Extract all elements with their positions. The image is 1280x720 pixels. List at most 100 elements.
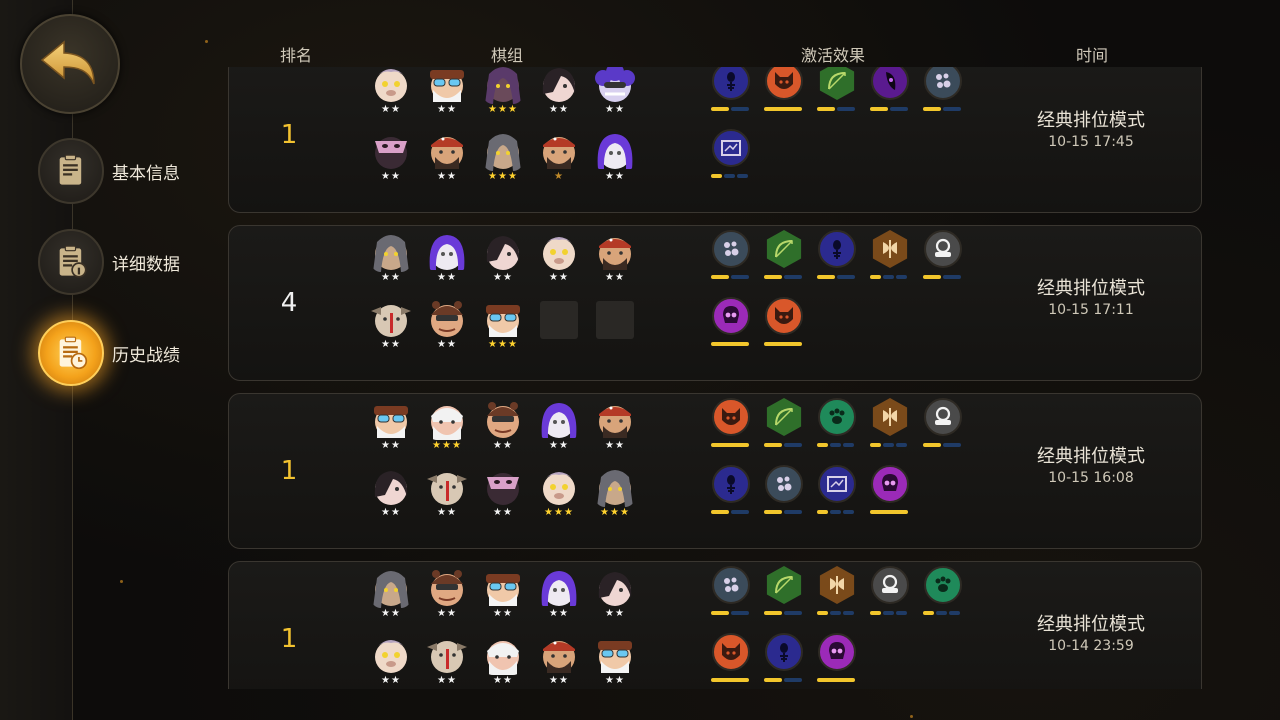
trait-badge[interactable] xyxy=(711,566,751,618)
sidebar-item-3[interactable]: 历史战绩 xyxy=(38,320,180,386)
unit-masked-pink[interactable]: ★★ xyxy=(481,467,525,523)
unit-bear-hat[interactable]: ★★ xyxy=(481,400,525,456)
paw-icon xyxy=(818,398,856,436)
match-row[interactable]: 1 ★★ ★★★ ★★ ★★ ★★ ★★ ★★ ★★ ★★★ ★★★ 经典排位模… xyxy=(228,393,1202,549)
unit-dark-hair[interactable]: ★★ xyxy=(481,232,525,288)
sidebar-item-2[interactable]: 详细数据 xyxy=(38,229,180,295)
trait-progress xyxy=(711,174,748,178)
unit-hooded-gray[interactable]: ★★★ xyxy=(593,467,637,523)
demon-icon xyxy=(712,633,750,671)
trait-badge[interactable] xyxy=(923,67,963,114)
unit-cow[interactable]: ★★ xyxy=(369,299,413,355)
unit-goggles[interactable]: ★★★ xyxy=(481,299,525,355)
unit-dark-hair[interactable]: ★★ xyxy=(593,568,637,624)
trait-badge[interactable] xyxy=(817,566,857,618)
trait-badge[interactable] xyxy=(711,398,751,450)
bow-icon xyxy=(766,230,802,268)
back-arrow-icon xyxy=(40,40,95,85)
back-button[interactable] xyxy=(20,14,120,114)
match-row[interactable]: 1 ★★ ★★ ★★ ★★ ★★ ★★ ★★ ★★ ★★ ★★ 经典排位模式 1… xyxy=(228,561,1202,689)
unit-bear-hat[interactable]: ★★ xyxy=(425,299,469,355)
match-row[interactable]: 4 ★★ ★★ ★★ ★★ ★★ ★★ ★★ ★★★ 经典排位模式 10-15 … xyxy=(228,225,1202,381)
unit-stars: ★★ xyxy=(437,507,457,518)
header-rank: 排名 xyxy=(280,46,313,65)
trait-badge[interactable] xyxy=(764,230,804,282)
trait-badge[interactable] xyxy=(764,633,804,685)
unit-bandana[interactable]: ★★ xyxy=(537,635,581,689)
trait-badge[interactable] xyxy=(870,566,910,618)
trait-badge[interactable] xyxy=(817,398,857,450)
unit-bear-hat[interactable]: ★★ xyxy=(425,568,469,624)
unit-hooded-gray[interactable]: ★★ xyxy=(369,232,413,288)
match-info: 经典排位模式 10-15 17:45 xyxy=(981,106,1201,150)
trait-badge[interactable] xyxy=(923,230,963,282)
trait-badge[interactable] xyxy=(711,67,751,114)
unit-goggles[interactable]: ★★ xyxy=(425,67,469,120)
trait-badge[interactable] xyxy=(870,465,910,517)
unit-hooded-gray[interactable]: ★★★ xyxy=(481,131,525,187)
trait-progress xyxy=(870,611,907,615)
trait-badge[interactable] xyxy=(923,398,963,450)
trait-progress xyxy=(764,510,802,514)
unit-purple-hair[interactable]: ★★ xyxy=(537,568,581,624)
trait-badge[interactable] xyxy=(923,566,963,618)
trait-badge[interactable] xyxy=(817,67,857,114)
trait-badge[interactable] xyxy=(817,633,857,685)
unit-pig[interactable]: ★★ xyxy=(369,635,413,689)
unit-bandana[interactable]: ★★ xyxy=(425,131,469,187)
unit-goggles[interactable]: ★★ xyxy=(593,635,637,689)
trait-progress xyxy=(817,678,855,682)
sidebar-item-1[interactable]: 基本信息 xyxy=(38,138,180,204)
match-row[interactable]: 1 ★★ ★★ ★★★ ★★ ★★ ★★ ★★ ★★★ ★ ★★ 经典排位模式 … xyxy=(228,67,1202,213)
trait-badge[interactable] xyxy=(817,465,857,517)
unit-dark-hair[interactable]: ★★ xyxy=(537,67,581,120)
clipboard-icon xyxy=(38,138,104,204)
trait-badge[interactable] xyxy=(817,230,857,282)
unit-goggles[interactable]: ★★ xyxy=(481,568,525,624)
trait-badge[interactable] xyxy=(870,67,910,114)
unit-purple-afro[interactable]: ★★ xyxy=(593,67,637,120)
unit-bandana[interactable]: ★★ xyxy=(593,400,637,456)
trait-badge[interactable] xyxy=(870,230,910,282)
empty-unit-slot xyxy=(540,301,578,339)
trait-progress xyxy=(711,443,749,447)
unit-hooded-gray[interactable]: ★★ xyxy=(369,568,413,624)
trait-badge[interactable] xyxy=(764,566,804,618)
unit-purple-hair[interactable]: ★★ xyxy=(425,232,469,288)
trait-badge[interactable] xyxy=(764,67,804,114)
unit-old-man[interactable]: ★★ xyxy=(481,635,525,689)
trait-badge[interactable] xyxy=(764,465,804,517)
unit-hooded-purple[interactable]: ★★★ xyxy=(481,67,525,120)
unit-purple-hair[interactable]: ★★ xyxy=(593,131,637,187)
unit-cow[interactable]: ★★ xyxy=(425,635,469,689)
trait-badge[interactable] xyxy=(764,297,804,349)
unit-dark-hair[interactable]: ★★ xyxy=(369,467,413,523)
sidebar-item-label: 详细数据 xyxy=(112,254,180,275)
trait-progress xyxy=(923,611,960,615)
unit-stars: ★★ xyxy=(437,608,457,619)
unit-bandana[interactable]: ★★ xyxy=(593,232,637,288)
trait-progress xyxy=(711,611,749,615)
trait-progress xyxy=(711,342,749,346)
trait-badge[interactable] xyxy=(870,398,910,450)
match-history-list[interactable]: 1 ★★ ★★ ★★★ ★★ ★★ ★★ ★★ ★★★ ★ ★★ 经典排位模式 … xyxy=(228,67,1204,689)
unit-old-man[interactable]: ★★★ xyxy=(425,400,469,456)
trait-badge[interactable] xyxy=(711,129,751,181)
unit-portrait xyxy=(595,568,635,608)
trait-badge[interactable] xyxy=(711,230,751,282)
trait-badge[interactable] xyxy=(764,398,804,450)
unit-bandana[interactable]: ★ xyxy=(537,131,581,187)
unit-pig[interactable]: ★★★ xyxy=(537,467,581,523)
trait-badge[interactable] xyxy=(711,465,751,517)
rank-value: 4 xyxy=(280,288,298,318)
trait-badge[interactable] xyxy=(711,633,751,685)
unit-cow[interactable]: ★★ xyxy=(425,467,469,523)
trait-badge[interactable] xyxy=(711,297,751,349)
unit-pig[interactable]: ★★ xyxy=(369,67,413,120)
unit-purple-hair[interactable]: ★★ xyxy=(537,400,581,456)
unit-goggles[interactable]: ★★ xyxy=(369,400,413,456)
unit-stars: ★★★ xyxy=(544,507,574,518)
unit-pig[interactable]: ★★ xyxy=(537,232,581,288)
unit-masked-pink[interactable]: ★★ xyxy=(369,131,413,187)
axe-icon xyxy=(819,566,855,604)
